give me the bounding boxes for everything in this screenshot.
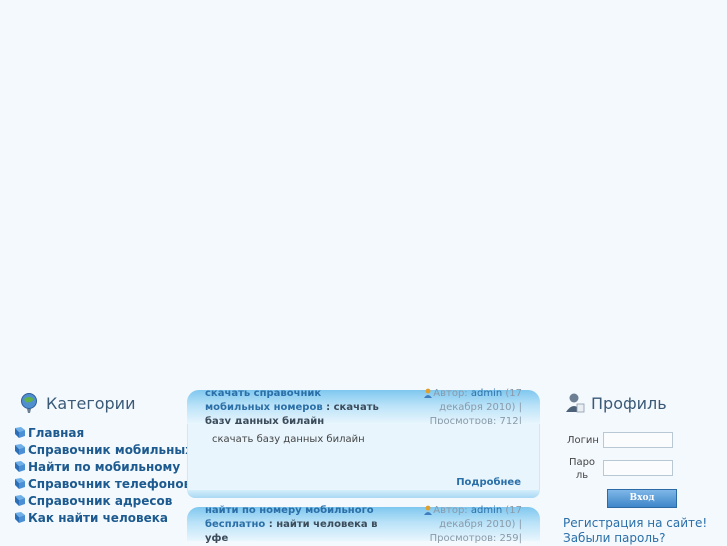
categories-list: Главная Справочник мобильных Найти по мо… (14, 424, 193, 526)
news-meta-prefix: Автор: (433, 388, 471, 399)
news-meta-prefix: Автор: (433, 505, 471, 516)
category-item-phone-directory[interactable]: Справочник телефонов (14, 475, 191, 492)
read-more-link[interactable]: Подробнее (456, 477, 521, 488)
news-card-header: скачать справочник мобильных номеров : с… (187, 388, 540, 427)
login-button[interactable]: Вход (607, 489, 677, 508)
category-item-mobile-directory[interactable]: Справочник мобильных (14, 441, 193, 458)
news-card-footer (187, 490, 540, 498)
book-icon (15, 461, 25, 472)
author-icon (424, 388, 433, 398)
news-title-link[interactable]: скачать справочник мобильных номеров (205, 388, 323, 413)
category-label: Справочник телефонов (28, 476, 192, 491)
category-item-home[interactable]: Главная (14, 424, 186, 441)
forgot-password-link[interactable]: Забыли пароль? (563, 531, 665, 545)
news-title: найти по номеру мобильного бесплатно : н… (205, 504, 385, 546)
category-label: Как найти человека (28, 510, 168, 525)
category-item-find-person[interactable]: Как найти человека (14, 509, 186, 526)
news-card-header: найти по номеру мобильного бесплатно : н… (187, 505, 540, 544)
news-meta: Автор: admin (17 декабря 2010) | Просмот… (402, 387, 522, 429)
password-label: Пароль (568, 457, 596, 481)
category-label: Найти по мобильному (28, 459, 181, 474)
category-label: Справочник мобильных (28, 442, 193, 457)
book-icon (15, 444, 25, 455)
register-link[interactable]: Регистрация на сайте! (563, 516, 707, 530)
profile-title: Профиль (591, 393, 667, 413)
book-icon (15, 427, 25, 438)
password-input[interactable] (603, 460, 673, 476)
news-meta: Автор: admin (17 декабря 2010) | Просмот… (402, 504, 522, 546)
news-card: найти по номеру мобильного бесплатно : н… (187, 505, 540, 544)
login-input[interactable] (603, 432, 673, 448)
profile-header: Профиль (565, 390, 667, 416)
categories-title: Категории (46, 393, 136, 413)
categories-header: Категории (20, 390, 135, 416)
category-label: Главная (28, 425, 85, 440)
book-icon (15, 495, 25, 506)
user-profile-icon (566, 393, 585, 413)
news-card-body: скачать базу данных билайн Подробнее (187, 424, 540, 490)
book-icon (15, 512, 25, 523)
news-card: скачать справочник мобильных номеров : с… (187, 388, 540, 498)
author-icon (424, 505, 433, 515)
category-label: Справочник адресов (28, 493, 173, 508)
news-title: скачать справочник мобильных номеров : с… (205, 387, 385, 429)
category-item-address-directory[interactable]: Справочник адресов (14, 492, 186, 509)
globe-icon (21, 393, 37, 413)
news-author-link[interactable]: admin (471, 505, 502, 516)
news-text: скачать базу данных билайн (212, 434, 365, 445)
login-label: Логин (567, 435, 599, 446)
news-author-link[interactable]: admin (471, 388, 502, 399)
book-icon (15, 478, 25, 489)
category-item-find-by-mobile[interactable]: Найти по мобильному (14, 458, 186, 475)
